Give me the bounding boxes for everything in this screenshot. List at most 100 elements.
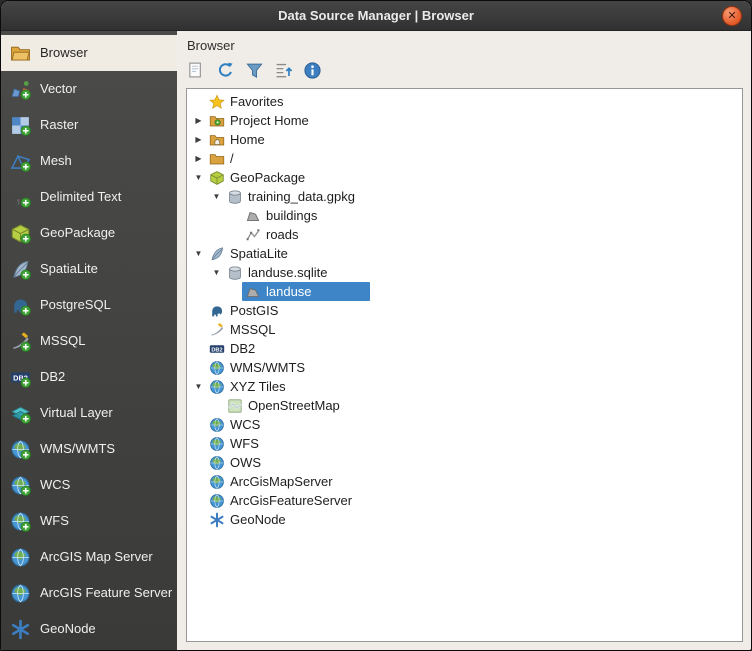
tree-item-arcgismapserver[interactable]: ArcGisMapServer <box>187 472 742 491</box>
tree-item-label: Favorites <box>230 94 283 109</box>
tree-item-content: landuse <box>242 282 370 301</box>
collapse-arrow-icon[interactable]: ▼ <box>191 168 206 187</box>
sidebar-item-arcgis-feature-server[interactable]: ArcGIS Feature Server <box>1 575 177 611</box>
sidebar-item-db2[interactable]: DB2 DB2 <box>1 359 177 395</box>
globe-icon <box>209 417 225 433</box>
line-layer-icon <box>245 227 261 243</box>
tree-item-mssql[interactable]: MSSQL <box>187 320 742 339</box>
browser-tree: Favorites ▶ Project Home ▶Home▶/▼GeoPackage… <box>186 88 743 642</box>
tree-item-landuse-sqlite[interactable]: ▼landuse.sqlite <box>187 263 742 282</box>
expand-arrow-icon[interactable]: ▶ <box>191 111 206 130</box>
data-source-manager-window: Data Source Manager | Browser ✕ BrowserV… <box>0 0 752 651</box>
tree-item-roads[interactable]: roads <box>187 225 742 244</box>
show-properties-button[interactable] <box>302 59 324 81</box>
tree-item-content: OpenStreetMap <box>224 396 343 415</box>
tree-item-label: WCS <box>230 417 260 432</box>
sidebar-item-spatialite[interactable]: SpatiaLite <box>1 251 177 287</box>
sidebar-item-label: WFS <box>40 514 69 529</box>
db2-icon: DB2 <box>209 341 225 357</box>
window-title: Data Source Manager | Browser <box>278 8 474 23</box>
filter-browser-button[interactable] <box>244 59 266 81</box>
add-layer-icon <box>187 61 206 80</box>
tree-item-favorites[interactable]: Favorites <box>187 92 742 111</box>
home-folder-icon <box>209 132 225 148</box>
collapse-arrow-icon[interactable]: ▼ <box>209 263 224 282</box>
sidebar-item-geopackage[interactable]: GeoPackage <box>1 215 177 251</box>
tree-item-home[interactable]: ▶Home <box>187 130 742 149</box>
sidebar-item-postgresql[interactable]: PostgreSQL <box>1 287 177 323</box>
globe-icon <box>209 455 225 471</box>
titlebar[interactable]: Data Source Manager | Browser ✕ <box>1 1 751 31</box>
browser-toolbar <box>186 59 743 81</box>
tree-item-db2[interactable]: DB2DB2 <box>187 339 742 358</box>
tree-item-label: landuse <box>266 284 312 299</box>
tree-item-xyz-tiles[interactable]: ▼XYZ Tiles <box>187 377 742 396</box>
browser-panel: Browser Favorites▶Project Home▶Home▶/▼Ge… <box>177 31 751 650</box>
sidebar-item-raster[interactable]: Raster <box>1 107 177 143</box>
sidebar-item-delimited-text[interactable]: , Delimited Text <box>1 179 177 215</box>
geonode-icon <box>10 619 31 640</box>
tree-item-content: MSSQL <box>206 320 279 339</box>
tree-item-openstreetmap[interactable]: OpenStreetMap <box>187 396 742 415</box>
delimited-text-add-icon: , <box>10 187 31 208</box>
sidebar-item-label: Raster <box>40 118 78 133</box>
sidebar-item-browser[interactable]: Browser <box>1 35 177 71</box>
tree-item-ows[interactable]: OWS <box>187 453 742 472</box>
tree-item-content: Project Home <box>206 111 312 130</box>
star-icon <box>209 94 225 110</box>
sidebar-item-label: GeoNode <box>40 622 96 637</box>
sidebar: BrowserVector Raster Mesh, Delimited Text Ge… <box>1 31 177 650</box>
tree-item-postgis[interactable]: PostGIS <box>187 301 742 320</box>
tree-item-content: PostGIS <box>206 301 281 320</box>
tree-item-training-data-gpkg[interactable]: ▼training_data.gpkg <box>187 187 742 206</box>
sidebar-item-wcs[interactable]: WCS <box>1 467 177 503</box>
tree-item-geopackage[interactable]: ▼GeoPackage <box>187 168 742 187</box>
tree-item-wfs[interactable]: WFS <box>187 434 742 453</box>
tree-item-arcgisfeatureserver[interactable]: ArcGisFeatureServer <box>187 491 742 510</box>
sidebar-item-wfs[interactable]: WFS <box>1 503 177 539</box>
tree-item-buildings[interactable]: buildings <box>187 206 742 225</box>
tree-item-label: Project Home <box>230 113 309 128</box>
sidebar-item-label: Delimited Text <box>40 190 121 205</box>
globe-icon <box>209 360 225 376</box>
tree-item-spatialite[interactable]: ▼SpatiaLite <box>187 244 742 263</box>
sidebar-item-virtual-layer[interactable]: Virtual Layer <box>1 395 177 431</box>
collapse-arrow-icon[interactable]: ▼ <box>191 244 206 263</box>
close-button[interactable]: ✕ <box>722 6 742 26</box>
sidebar-item-geonode[interactable]: GeoNode <box>1 611 177 647</box>
tree-item-root[interactable]: ▶/ <box>187 149 742 168</box>
tree-item-wcs[interactable]: WCS <box>187 415 742 434</box>
tree-item-content: GeoNode <box>206 510 289 529</box>
expand-arrow-icon[interactable]: ▶ <box>191 149 206 168</box>
refresh-button[interactable] <box>215 59 237 81</box>
tree-item-landuse[interactable]: landuse <box>187 282 742 301</box>
tree-item-geonode[interactable]: GeoNode <box>187 510 742 529</box>
globe-add-icon <box>10 439 31 460</box>
collapse-arrow-icon[interactable]: ▼ <box>191 377 206 396</box>
mesh-add-icon <box>10 151 31 172</box>
spatialite-icon <box>209 246 225 262</box>
globe-icon <box>209 436 225 452</box>
sidebar-item-vector[interactable]: Vector <box>1 71 177 107</box>
postgresql-add-icon <box>10 295 31 316</box>
tree-item-label: PostGIS <box>230 303 278 318</box>
sidebar-item-label: Mesh <box>40 154 72 169</box>
tree-item-content: buildings <box>242 206 320 225</box>
expand-arrow-icon[interactable]: ▶ <box>191 130 206 149</box>
filter-icon <box>245 61 264 80</box>
tree-item-project-home[interactable]: ▶ Project Home <box>187 111 742 130</box>
sidebar-item-mesh[interactable]: Mesh <box>1 143 177 179</box>
postgis-icon <box>209 303 225 319</box>
collapse-all-button[interactable] <box>273 59 295 81</box>
sidebar-item-wms-wmts[interactable]: WMS/WMTS <box>1 431 177 467</box>
globe-icon <box>209 474 225 490</box>
sidebar-item-arcgis-map-server[interactable]: ArcGIS Map Server <box>1 539 177 575</box>
collapse-all-icon <box>274 61 293 80</box>
tree-item-wms-wmts[interactable]: WMS/WMTS <box>187 358 742 377</box>
sidebar-item-mssql[interactable]: MSSQL <box>1 323 177 359</box>
add-selected-layers-button[interactable] <box>186 59 208 81</box>
tree-item-content: WCS <box>206 415 263 434</box>
sidebar-item-label: DB2 <box>40 370 65 385</box>
collapse-arrow-icon[interactable]: ▼ <box>209 187 224 206</box>
db2-add-icon: DB2 <box>10 367 31 388</box>
